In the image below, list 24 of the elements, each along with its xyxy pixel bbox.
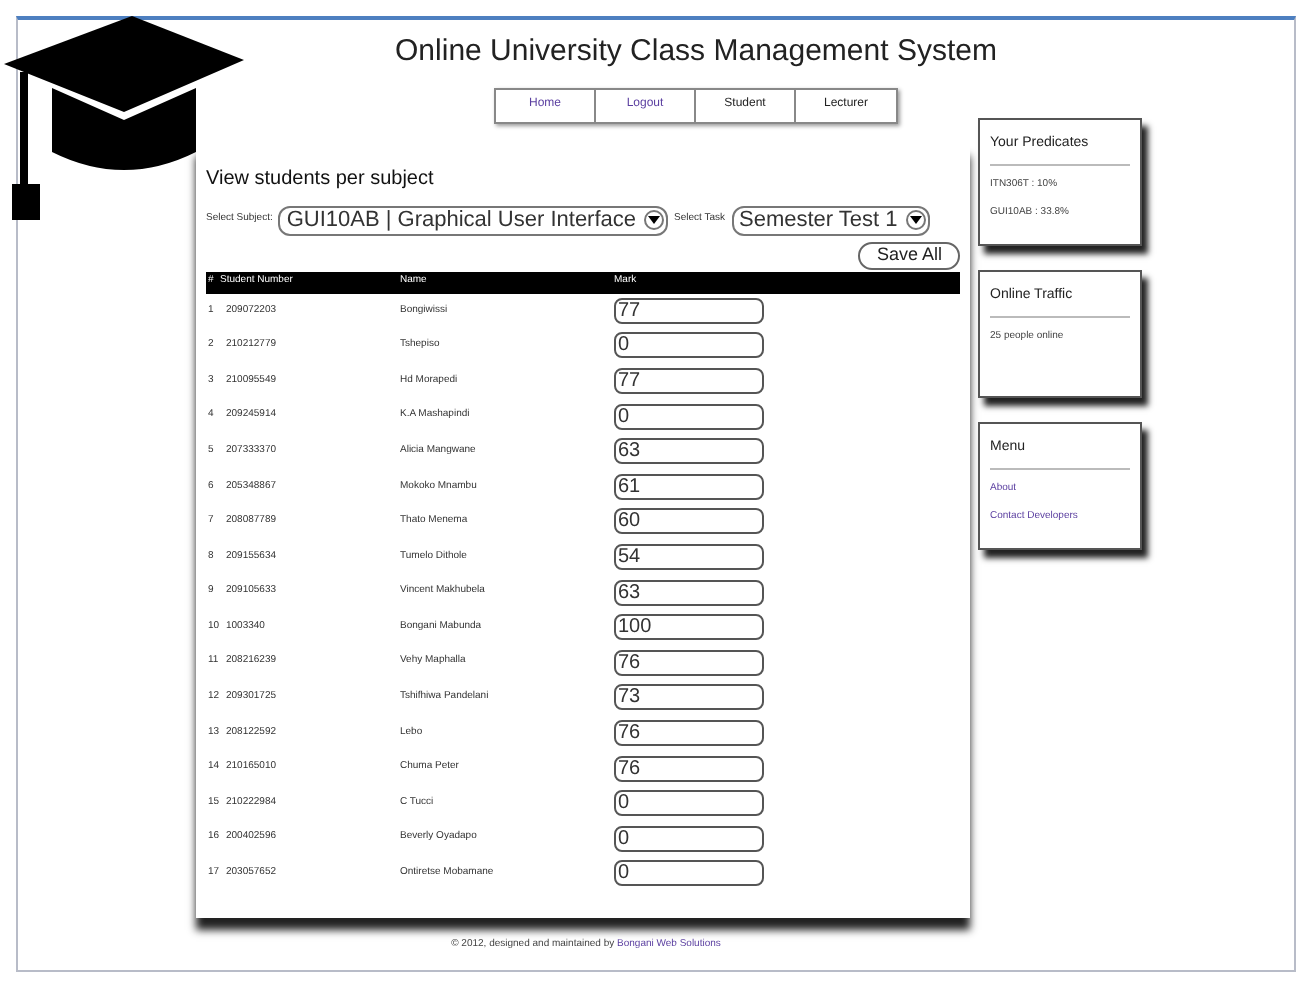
mark-input[interactable]: 77	[614, 297, 764, 324]
mark-input[interactable]: 63	[614, 579, 764, 606]
mark-input[interactable]: 77	[614, 367, 764, 394]
mark-input[interactable]: 54	[614, 543, 764, 570]
mark-input[interactable]: 60	[614, 508, 764, 535]
mark-input[interactable]: 76	[614, 649, 764, 676]
mark-input[interactable]: 63	[614, 438, 764, 465]
mark-input[interactable]: 0	[614, 825, 764, 852]
mark-input[interactable]: 61	[614, 473, 764, 500]
mark-input[interactable]: 0	[614, 332, 764, 359]
site-title: Online University Class Management System	[395, 32, 997, 72]
mark-input[interactable]: 0	[614, 860, 764, 887]
dropdown-arrow-icon	[644, 210, 665, 230]
save-all-button[interactable]: Save All	[858, 241, 960, 269]
section-heading: View students per subject	[206, 165, 436, 193]
task-select[interactable]: Semester Test 1	[731, 205, 930, 235]
mark-input[interactable]: 100	[614, 614, 764, 641]
mark-input[interactable]: 73	[614, 684, 764, 711]
subject-select[interactable]: GUI10AB | Graphical User Interface	[278, 205, 669, 235]
mark-input[interactable]: 76	[614, 755, 764, 782]
mark-input[interactable]: 0	[614, 403, 764, 430]
dropdown-arrow-icon	[905, 210, 926, 230]
mark-input[interactable]: 76	[614, 719, 764, 746]
mark-input[interactable]: 0	[614, 790, 764, 817]
